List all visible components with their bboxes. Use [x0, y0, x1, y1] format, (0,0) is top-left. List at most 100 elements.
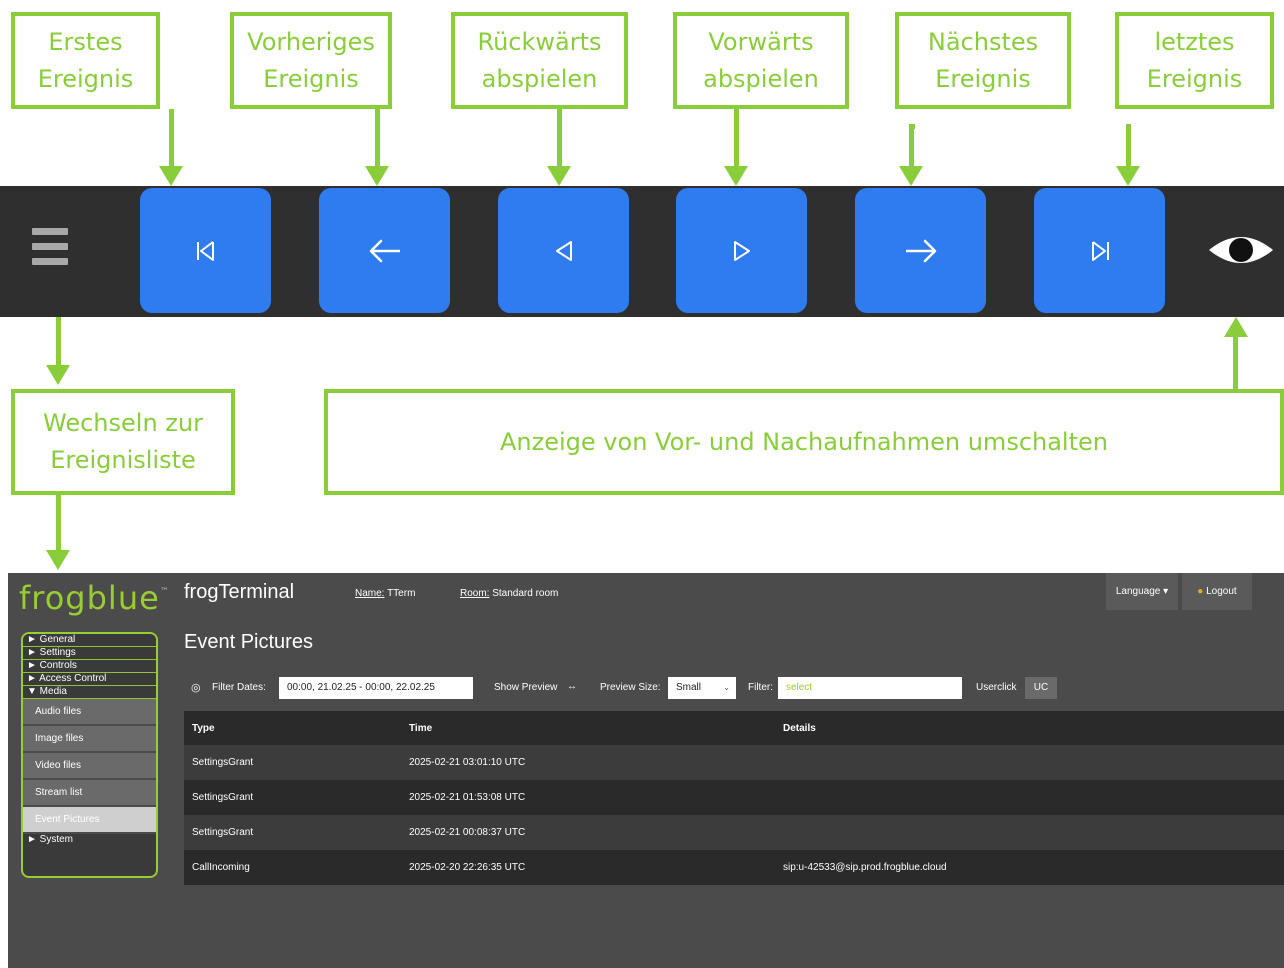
cell-time: 2025-02-21 00:08:37 UTC	[401, 815, 775, 850]
nav-stream-list[interactable]: Stream list	[23, 780, 156, 807]
logout-button[interactable]: ● Logout	[1182, 573, 1252, 610]
filter-bar: ◎ Filter Dates: 00:00, 21.02.25 - 00:00,…	[184, 677, 1274, 701]
arrow-down-icon	[159, 166, 183, 186]
callout-line: Vorwärts	[708, 27, 814, 56]
callout-line: Ereignis	[935, 64, 1031, 93]
preview-size-select[interactable]: Small ⌄	[668, 677, 736, 699]
arrow-down-icon	[365, 166, 389, 186]
nav-video-files[interactable]: Video files	[23, 753, 156, 780]
arrow-down-icon	[899, 166, 923, 186]
column-type[interactable]: Type	[184, 711, 401, 745]
connector-line	[375, 109, 380, 169]
cell-time: 2025-02-21 01:53:08 UTC	[401, 780, 775, 815]
connector-line	[56, 317, 61, 367]
eye-icon[interactable]	[1207, 230, 1275, 270]
playback-toolbar	[0, 186, 1284, 317]
callout-line: Wechseln zur	[43, 409, 203, 437]
cell-type: SettingsGrant	[184, 780, 401, 815]
callout-line: abspielen	[703, 64, 819, 93]
frogterminal-app: frogblue™ ► General ► Settings ► Control…	[8, 573, 1284, 968]
side-navigation: ► General ► Settings ► Controls ► Access…	[21, 632, 158, 878]
cell-details	[775, 780, 1284, 815]
column-details[interactable]: Details	[775, 711, 1284, 745]
column-time[interactable]: Time	[401, 711, 775, 745]
preview-toggle-icon[interactable]: ↔	[567, 681, 577, 692]
arrow-down-icon	[46, 365, 70, 385]
room-label: Room:	[460, 588, 490, 599]
skip-first-icon	[196, 240, 214, 261]
nav-general[interactable]: ► General	[23, 634, 156, 647]
trademark: ™	[159, 587, 170, 597]
callout-line: Ereignis	[37, 64, 134, 93]
callout-previous-event: Vorheriges Ereignis	[230, 12, 392, 109]
connector-line	[169, 109, 174, 169]
nav-event-pictures[interactable]: Event Pictures	[23, 807, 156, 834]
terminal-name: Name: TTerm	[355, 588, 415, 599]
logo: frogblue™	[19, 579, 170, 617]
play-forward-button[interactable]	[676, 188, 807, 313]
userclick-label: Userclick	[976, 682, 1017, 693]
cell-type: SettingsGrant	[184, 745, 401, 780]
connector-line	[909, 124, 915, 129]
logo-text: frogblue	[19, 579, 160, 617]
filter-dates-label: Filter Dates:	[212, 682, 266, 693]
preview-size-label: Preview Size:	[600, 682, 661, 693]
nav-audio-files[interactable]: Audio files	[23, 699, 156, 726]
logout-label: Logout	[1206, 586, 1237, 597]
table-row[interactable]: SettingsGrant 2025-02-21 03:01:10 UTC	[184, 745, 1284, 780]
table-row[interactable]: CallIncoming 2025-02-20 22:26:35 UTC sip…	[184, 850, 1284, 885]
table-row[interactable]: SettingsGrant 2025-02-21 01:53:08 UTC	[184, 780, 1284, 815]
callout-play-backward: Rückwärts abspielen	[451, 12, 628, 109]
next-event-button[interactable]	[855, 188, 986, 313]
callout-next-event: Nächstes Ereignis	[895, 12, 1071, 109]
callout-event-list: Wechseln zur Ereignisliste	[11, 389, 235, 495]
callout-line: Nächstes	[927, 27, 1039, 56]
connector-line	[1126, 124, 1131, 169]
nav-media[interactable]: ▼ Media	[23, 686, 156, 699]
callout-play-forward: Vorwärts abspielen	[673, 12, 849, 109]
play-forward-icon	[733, 240, 750, 261]
first-event-button[interactable]	[140, 188, 271, 313]
name-label: Name:	[355, 588, 385, 599]
menu-icon[interactable]	[32, 228, 68, 265]
nav-image-files[interactable]: Image files	[23, 726, 156, 753]
arrow-down-icon	[724, 166, 748, 186]
last-event-button[interactable]	[1034, 188, 1165, 313]
cell-type: CallIncoming	[184, 850, 401, 885]
page-title: Event Pictures	[184, 631, 313, 653]
cell-time: 2025-02-21 03:01:10 UTC	[401, 745, 775, 780]
play-backward-icon	[555, 240, 572, 261]
chevron-down-icon: ⌄	[723, 683, 730, 692]
language-button[interactable]: Language ▾	[1106, 573, 1178, 610]
nav-settings[interactable]: ► Settings	[23, 647, 156, 660]
cell-time: 2025-02-20 22:26:35 UTC	[401, 850, 775, 885]
callout-line: abspielen	[481, 64, 598, 93]
nav-controls[interactable]: ► Controls	[23, 660, 156, 673]
cell-details: sip:u-42533@sip.prod.frogblue.cloud	[775, 850, 1284, 885]
connector-line	[56, 495, 61, 552]
table-row[interactable]: SettingsGrant 2025-02-21 00:08:37 UTC	[184, 815, 1284, 850]
camera-icon[interactable]: ◎	[191, 681, 201, 694]
filter-dates-input[interactable]: 00:00, 21.02.25 - 00:00, 22.02.25	[279, 677, 473, 699]
play-backward-button[interactable]	[498, 188, 629, 313]
callout-line: Erstes	[48, 27, 123, 56]
cell-type: SettingsGrant	[184, 815, 401, 850]
callout-line: Ereignisliste	[50, 446, 196, 474]
previous-event-button[interactable]	[319, 188, 450, 313]
lock-icon: ●	[1197, 586, 1204, 597]
nav-access-control[interactable]: ► Access Control	[23, 673, 156, 686]
skip-last-icon	[1091, 240, 1109, 261]
callout-line: Rückwärts	[477, 27, 602, 56]
callout-last-event: letztes Ereignis	[1115, 12, 1274, 109]
callout-toggle-preview: Anzeige von Vor- und Nachaufnahmen umsch…	[324, 389, 1284, 495]
callout-first-event: Erstes Ereignis	[11, 12, 160, 109]
callout-line: Vorheriges	[247, 27, 375, 56]
uc-button[interactable]: UC	[1025, 677, 1057, 699]
connector-line	[734, 109, 739, 169]
callout-line: letztes	[1154, 27, 1235, 56]
callout-line: Ereignis	[263, 64, 359, 93]
connector-line	[1233, 335, 1238, 389]
filter-input[interactable]: select	[778, 677, 962, 699]
nav-system[interactable]: ► System	[23, 834, 156, 846]
arrow-up-icon	[1224, 317, 1248, 337]
